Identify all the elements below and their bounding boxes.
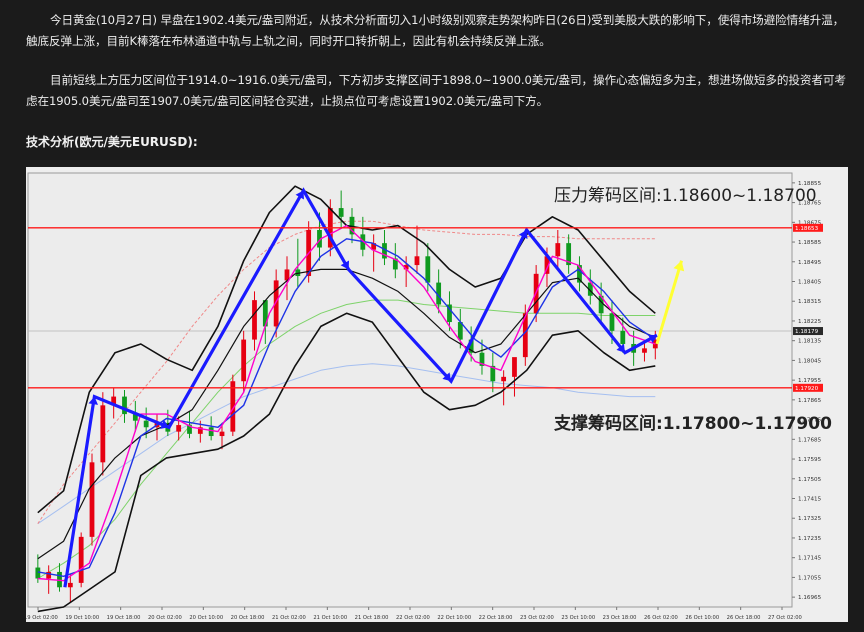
resistance-price-tag-label: 1.18653 xyxy=(795,226,819,232)
y-tick-label: 1.17325 xyxy=(798,516,822,522)
candle-body xyxy=(425,256,431,283)
article-paragraph-2: 目前短线上方压力区间位于1914.0~1916.0美元/盎司，下方初步支撑区间于… xyxy=(26,70,850,112)
y-tick-label: 1.17415 xyxy=(798,497,822,503)
y-tick-label: 1.17055 xyxy=(798,575,822,581)
x-tick-label: 26 Oct 18:00 xyxy=(727,615,761,621)
candle-body xyxy=(512,357,517,377)
x-tick-label: 19 Oct 10:00 xyxy=(65,615,99,621)
y-tick-label: 1.17955 xyxy=(798,378,822,384)
y-tick-label: 1.18405 xyxy=(798,280,822,286)
x-tick-label: 20 Oct 02:00 xyxy=(148,615,182,621)
x-tick-label: 19 Oct 18:00 xyxy=(107,615,141,621)
x-tick-label: 21 Oct 18:00 xyxy=(355,615,389,621)
y-tick-label: 1.17865 xyxy=(798,398,822,404)
resistance-zone-annotation: 压力筹码区间:1.18600~1.18700 xyxy=(554,186,817,206)
x-tick-label: 21 Oct 10:00 xyxy=(313,615,347,621)
candle-body xyxy=(219,431,225,437)
candle-body xyxy=(609,313,615,331)
x-tick-label: 21 Oct 02:00 xyxy=(272,615,306,621)
candle-body xyxy=(620,330,626,344)
x-tick-label: 22 Oct 02:00 xyxy=(396,615,430,621)
x-tick-label: 19 Oct 02:00 xyxy=(26,615,58,621)
candle-body xyxy=(143,420,149,428)
y-tick-label: 1.17505 xyxy=(798,477,822,483)
x-tick-label: 23 Oct 02:00 xyxy=(520,615,554,621)
y-tick-label: 1.18495 xyxy=(798,260,822,266)
y-tick-label: 1.18315 xyxy=(798,299,822,305)
support-price-tag-label: 1.17920 xyxy=(795,386,819,392)
x-tick-label: 26 Oct 02:00 xyxy=(644,615,678,621)
x-tick-label: 26 Oct 10:00 xyxy=(685,615,719,621)
y-tick-label: 1.18225 xyxy=(798,319,822,325)
candle-body xyxy=(67,582,73,588)
candle-body xyxy=(414,256,420,266)
article-paragraph-1: 今日黄金(10月27日) 早盘在1902.4美元/盎司附近，从技术分析面切入1小… xyxy=(26,10,850,52)
candle-body xyxy=(642,348,647,353)
y-tick-label: 1.17235 xyxy=(798,536,822,542)
x-tick-label: 20 Oct 10:00 xyxy=(189,615,223,621)
x-tick-label: 20 Oct 18:00 xyxy=(231,615,265,621)
y-tick-label: 1.17595 xyxy=(798,457,822,463)
candle-body xyxy=(100,405,106,463)
candle-body xyxy=(555,243,561,257)
candle-body xyxy=(122,396,127,415)
x-tick-label: 22 Oct 18:00 xyxy=(479,615,513,621)
y-tick-label: 1.17685 xyxy=(798,437,822,443)
paragraph-2-text: 目前短线上方压力区间位于1914.0~1916.0美元/盎司，下方初步支撑区间于… xyxy=(26,73,846,108)
chart-heading: 技术分析(欧元/美元EURUSD): xyxy=(26,135,198,149)
eurusd-chart: 1.18855 1.18765 1.18675 1.18585 1.18495 1.184… xyxy=(26,167,848,622)
candle-body xyxy=(501,376,507,382)
candle-body xyxy=(208,427,214,437)
y-tick-label: 1.18045 xyxy=(798,358,822,364)
y-tick-label: 1.17145 xyxy=(798,556,822,562)
candle-body xyxy=(252,300,257,340)
paragraph-1-text: 今日黄金(10月27日) 早盘在1902.4美元/盎司附近，从技术分析面切入1小… xyxy=(26,13,845,48)
y-tick-label: 1.18135 xyxy=(798,339,822,345)
y-tick-label: 1.18585 xyxy=(798,240,822,246)
y-tick-label: 1.16965 xyxy=(798,595,822,601)
candle-body xyxy=(176,425,182,432)
candle-body xyxy=(35,567,41,579)
candle-body xyxy=(338,208,344,217)
x-tick-label: 23 Oct 10:00 xyxy=(561,615,595,621)
x-tick-label: 23 Oct 18:00 xyxy=(603,615,637,621)
current-price-tag-label: 1.18179 xyxy=(795,329,819,335)
candle-body xyxy=(241,339,247,382)
candle-body xyxy=(89,462,95,537)
chart-svg: 1.188551.187651.186751.185851.184951.184… xyxy=(26,172,832,621)
support-zone-annotation: 支撑筹码区间:1.17800~1.17900 xyxy=(554,413,832,434)
x-tick-label: 27 Oct 02:00 xyxy=(768,615,802,621)
x-tick-label: 22 Oct 10:00 xyxy=(437,615,471,621)
candle-body xyxy=(78,536,84,583)
